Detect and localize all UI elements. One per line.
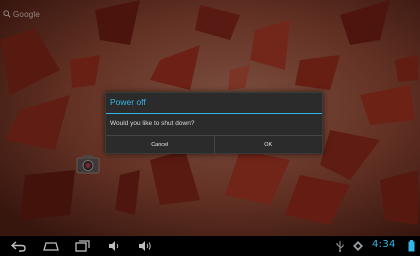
usb-icon bbox=[336, 241, 344, 252]
dialog-title: Power off bbox=[110, 97, 146, 107]
back-icon[interactable] bbox=[10, 239, 28, 253]
clock: 4:34 bbox=[372, 239, 396, 250]
notification-icon bbox=[353, 241, 363, 251]
recent-apps-icon[interactable] bbox=[73, 239, 91, 253]
home-icon[interactable] bbox=[42, 239, 60, 253]
ok-button[interactable]: OK bbox=[215, 136, 323, 154]
tablet-screen: Google Power off Would you like to shut … bbox=[0, 0, 420, 256]
dialog-title-divider bbox=[106, 113, 322, 114]
dialog-button-bar: Cancel OK bbox=[106, 135, 322, 154]
google-search-widget[interactable]: Google bbox=[3, 8, 40, 20]
dialog-message: Would you like to shut down? bbox=[110, 120, 195, 127]
camera-icon[interactable] bbox=[76, 154, 100, 174]
battery-icon bbox=[408, 240, 415, 252]
power-off-dialog: Power off Would you like to shut down? C… bbox=[105, 92, 323, 154]
search-icon bbox=[3, 10, 11, 18]
volume-down-icon[interactable] bbox=[107, 239, 121, 253]
volume-up-icon[interactable] bbox=[137, 239, 153, 253]
system-bar: 4:34 bbox=[0, 236, 420, 256]
cancel-button[interactable]: Cancel bbox=[106, 136, 215, 154]
google-label: Google bbox=[13, 9, 40, 19]
